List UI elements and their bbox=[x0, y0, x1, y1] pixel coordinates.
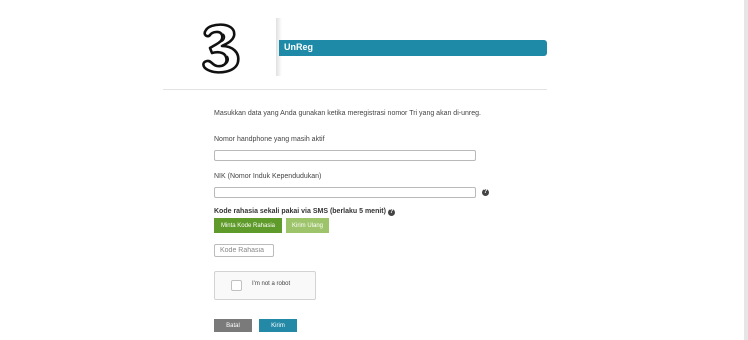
nik-label: NIK (Nomor Induk Kependudukan) bbox=[214, 173, 322, 180]
page-edge bbox=[744, 0, 748, 340]
recaptcha-label: I'm not a robot bbox=[252, 281, 291, 287]
page-title: UnReg bbox=[284, 42, 313, 52]
three-logo-icon bbox=[202, 23, 240, 74]
recaptcha-checkbox[interactable] bbox=[231, 280, 242, 291]
cancel-button[interactable]: Batal bbox=[214, 319, 252, 332]
question-circle-icon[interactable]: ? bbox=[482, 189, 489, 196]
request-code-button[interactable]: Minta Kode Rahasia bbox=[214, 218, 282, 233]
resend-code-button[interactable]: Kirim Ulang bbox=[286, 218, 329, 233]
phone-label: Nomor handphone yang masih aktif bbox=[214, 136, 325, 143]
page-title-bar: UnReg bbox=[279, 40, 547, 56]
nik-input[interactable] bbox=[214, 187, 476, 198]
header-divider bbox=[163, 89, 547, 90]
otp-label: Kode rahasia sekali pakai via SMS (berla… bbox=[214, 208, 386, 215]
phone-input[interactable] bbox=[214, 150, 476, 161]
submit-button[interactable]: Kirim bbox=[259, 319, 297, 332]
secret-code-input[interactable] bbox=[214, 244, 274, 257]
intro-text: Masukkan data yang Anda gunakan ketika m… bbox=[214, 110, 481, 117]
question-circle-icon[interactable]: ? bbox=[388, 209, 395, 216]
otp-label-text: Kode rahasia sekali pakai via SMS (berla… bbox=[214, 208, 386, 215]
recaptcha-widget: I'm not a robot bbox=[214, 271, 316, 300]
